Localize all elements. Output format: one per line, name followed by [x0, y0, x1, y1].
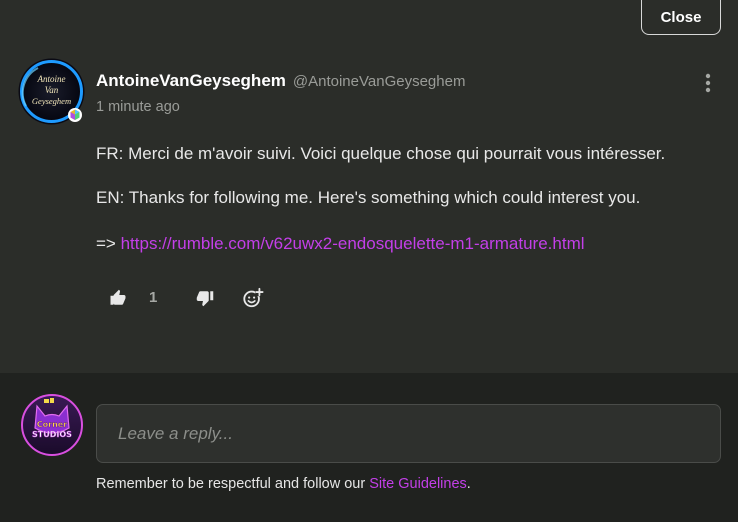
guidelines-suffix: . [466, 476, 471, 492]
guidelines-note: Remember to be respectful and follow our… [96, 476, 471, 492]
add-reaction-icon [243, 287, 264, 308]
reply-avatar-text-2: STUDIOS [32, 430, 72, 439]
author-row: AntoineVanGeyseghem @AntoineVanGeyseghem [96, 71, 465, 91]
thumbs-up-icon [110, 289, 126, 305]
comment-timestamp: 1 minute ago [96, 99, 180, 115]
site-guidelines-link[interactable]: Site Guidelines [369, 476, 467, 492]
rumble-link[interactable]: https://rumble.com/v62uwx2-endosquelette… [121, 234, 585, 253]
avatar-text-line-1: Antoine [37, 74, 66, 84]
author-avatar[interactable]: Antoine Van Geyseghem [18, 58, 85, 125]
vertical-dots-icon [705, 73, 711, 93]
author-name[interactable]: AntoineVanGeyseghem [96, 71, 286, 91]
comment-paragraph-fr: FR: Merci de m'avoir suivi. Voici quelqu… [96, 144, 666, 163]
verified-badge-icon [68, 108, 82, 122]
current-user-avatar[interactable]: Corner STUDIOS [21, 394, 83, 456]
current-user-avatar-image: Corner STUDIOS [21, 394, 83, 456]
avatar-text-line-2: Van [45, 85, 59, 95]
reply-avatar-text-1: Corner [37, 420, 67, 429]
guidelines-prefix: Remember to be respectful and follow our [96, 476, 370, 492]
avatar-text-line-3: Geyseghem [32, 96, 71, 106]
author-handle[interactable]: @AntoineVanGeyseghem [293, 73, 466, 90]
comment-paragraph-en: EN: Thanks for following me. Here's some… [96, 188, 641, 207]
reply-input[interactable] [96, 404, 721, 463]
link-prefix: => [96, 234, 121, 253]
like-button[interactable] [108, 286, 128, 310]
comment-card: Antoine Van Geyseghem AntoineVanGeyseghe… [0, 0, 738, 373]
more-options-button[interactable] [700, 70, 716, 96]
add-reaction-button[interactable] [241, 286, 265, 310]
thumbs-down-icon [196, 291, 214, 307]
comment-paragraph-link: => https://rumble.com/v62uwx2-endosquele… [96, 234, 585, 254]
reply-section: Corner STUDIOS Remember to be respectful… [0, 373, 738, 522]
like-count: 1 [149, 289, 158, 306]
author-avatar-image: Antoine Van Geyseghem [18, 58, 85, 125]
dislike-button[interactable] [195, 286, 215, 310]
